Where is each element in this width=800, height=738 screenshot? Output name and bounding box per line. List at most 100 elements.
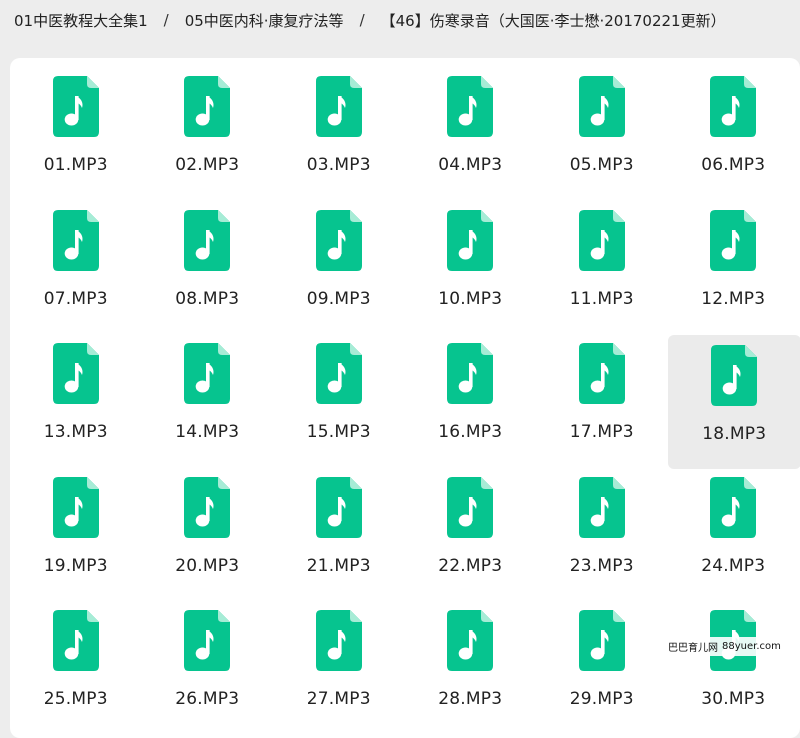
file-item[interactable]: 22.MP3 [405,467,537,601]
music-file-icon [447,610,493,671]
music-file-icon [316,477,362,538]
breadcrumb-separator: / [360,11,365,29]
file-item[interactable]: 16.MP3 [405,333,537,467]
file-name: 11.MP3 [570,289,634,309]
file-item[interactable]: 17.MP3 [536,333,668,467]
music-file-icon [316,610,362,671]
file-name: 03.MP3 [307,155,371,175]
file-item[interactable]: 28.MP3 [405,600,537,734]
music-file-icon [447,210,493,271]
file-item[interactable]: 13.MP3 [10,333,142,467]
file-item[interactable]: 25.MP3 [10,600,142,734]
breadcrumb-item-root[interactable]: 01中医教程大全集1 [14,10,148,31]
file-name: 26.MP3 [175,689,239,709]
file-item[interactable]: 23.MP3 [536,467,668,601]
file-item[interactable]: 09.MP3 [273,200,405,334]
file-name: 09.MP3 [307,289,371,309]
music-file-icon [579,210,625,271]
file-item[interactable]: 21.MP3 [273,467,405,601]
music-file-icon [579,76,625,137]
file-name: 25.MP3 [44,689,108,709]
music-file-icon [53,210,99,271]
music-file-icon [710,76,756,137]
breadcrumb: 01中医教程大全集1 / 05中医内科·康复疗法等 / 【46】伤寒录音（大国医… [0,0,800,40]
file-item[interactable]: 26.MP3 [142,600,274,734]
file-item[interactable]: 24.MP3 [668,467,800,601]
music-file-icon [447,76,493,137]
file-name: 06.MP3 [701,155,765,175]
file-item[interactable]: 18.MP3 [668,335,800,469]
file-item[interactable]: 29.MP3 [536,600,668,734]
file-item[interactable]: 01.MP3 [10,66,142,200]
file-name: 01.MP3 [44,155,108,175]
file-item[interactable]: 06.MP3 [668,66,800,200]
music-file-icon [53,343,99,404]
music-file-icon [316,76,362,137]
breadcrumb-item-folder[interactable]: 05中医内科·康复疗法等 [185,10,344,31]
music-file-icon [184,477,230,538]
file-item[interactable]: 04.MP3 [405,66,537,200]
file-name: 16.MP3 [438,422,502,442]
file-item[interactable]: 11.MP3 [536,200,668,334]
file-item[interactable]: 27.MP3 [273,600,405,734]
music-file-icon [579,477,625,538]
music-file-icon [184,210,230,271]
music-file-icon [710,210,756,271]
music-file-icon [316,343,362,404]
file-item[interactable]: 12.MP3 [668,200,800,334]
music-file-icon [710,477,756,538]
file-item[interactable]: 10.MP3 [405,200,537,334]
file-name: 13.MP3 [44,422,108,442]
file-name: 22.MP3 [438,556,502,576]
file-name: 27.MP3 [307,689,371,709]
file-name: 30.MP3 [701,689,765,709]
file-item[interactable]: 14.MP3 [142,333,274,467]
music-file-icon [579,343,625,404]
file-item[interactable]: 08.MP3 [142,200,274,334]
file-name: 04.MP3 [438,155,502,175]
file-item[interactable]: 15.MP3 [273,333,405,467]
music-file-icon [53,76,99,137]
file-item[interactable]: 05.MP3 [536,66,668,200]
file-item[interactable]: 02.MP3 [142,66,274,200]
breadcrumb-item-current[interactable]: 【46】伤寒录音（大国医·李士懋·20170221更新） [381,10,726,31]
watermark-url: 88yuer.com [722,641,781,652]
music-file-icon [579,610,625,671]
file-name: 12.MP3 [701,289,765,309]
file-name: 24.MP3 [701,556,765,576]
file-name: 14.MP3 [175,422,239,442]
file-name: 15.MP3 [307,422,371,442]
file-name: 20.MP3 [175,556,239,576]
file-name: 19.MP3 [44,556,108,576]
file-item[interactable]: 20.MP3 [142,467,274,601]
music-file-icon [53,477,99,538]
file-item[interactable]: 19.MP3 [10,467,142,601]
music-file-icon [53,610,99,671]
watermark: 巴巴育儿网 88yuer.com [664,637,785,656]
file-name: 02.MP3 [175,155,239,175]
file-item[interactable]: 03.MP3 [273,66,405,200]
file-name: 21.MP3 [307,556,371,576]
file-name: 07.MP3 [44,289,108,309]
file-name: 23.MP3 [570,556,634,576]
file-name: 05.MP3 [570,155,634,175]
file-item[interactable]: 07.MP3 [10,200,142,334]
music-file-icon [316,210,362,271]
file-name: 28.MP3 [438,689,502,709]
music-file-icon [447,477,493,538]
music-file-icon [184,343,230,404]
music-file-icon [711,345,757,406]
breadcrumb-separator: / [164,11,169,29]
file-list-panel: 01.MP3 02.MP3 03.MP3 04.MP3 05.MP3 06.MP3 07.M… [10,58,800,738]
watermark-text: 巴巴育儿网 [668,639,718,654]
music-file-icon [184,76,230,137]
file-name: 10.MP3 [438,289,502,309]
file-name: 29.MP3 [570,689,634,709]
file-grid: 01.MP3 02.MP3 03.MP3 04.MP3 05.MP3 06.MP3 07.M… [10,66,799,734]
music-file-icon [184,610,230,671]
music-file-icon [447,343,493,404]
file-name: 17.MP3 [570,422,634,442]
file-name: 08.MP3 [175,289,239,309]
file-item[interactable]: 30.MP3 [668,600,800,734]
file-name: 18.MP3 [702,424,766,444]
